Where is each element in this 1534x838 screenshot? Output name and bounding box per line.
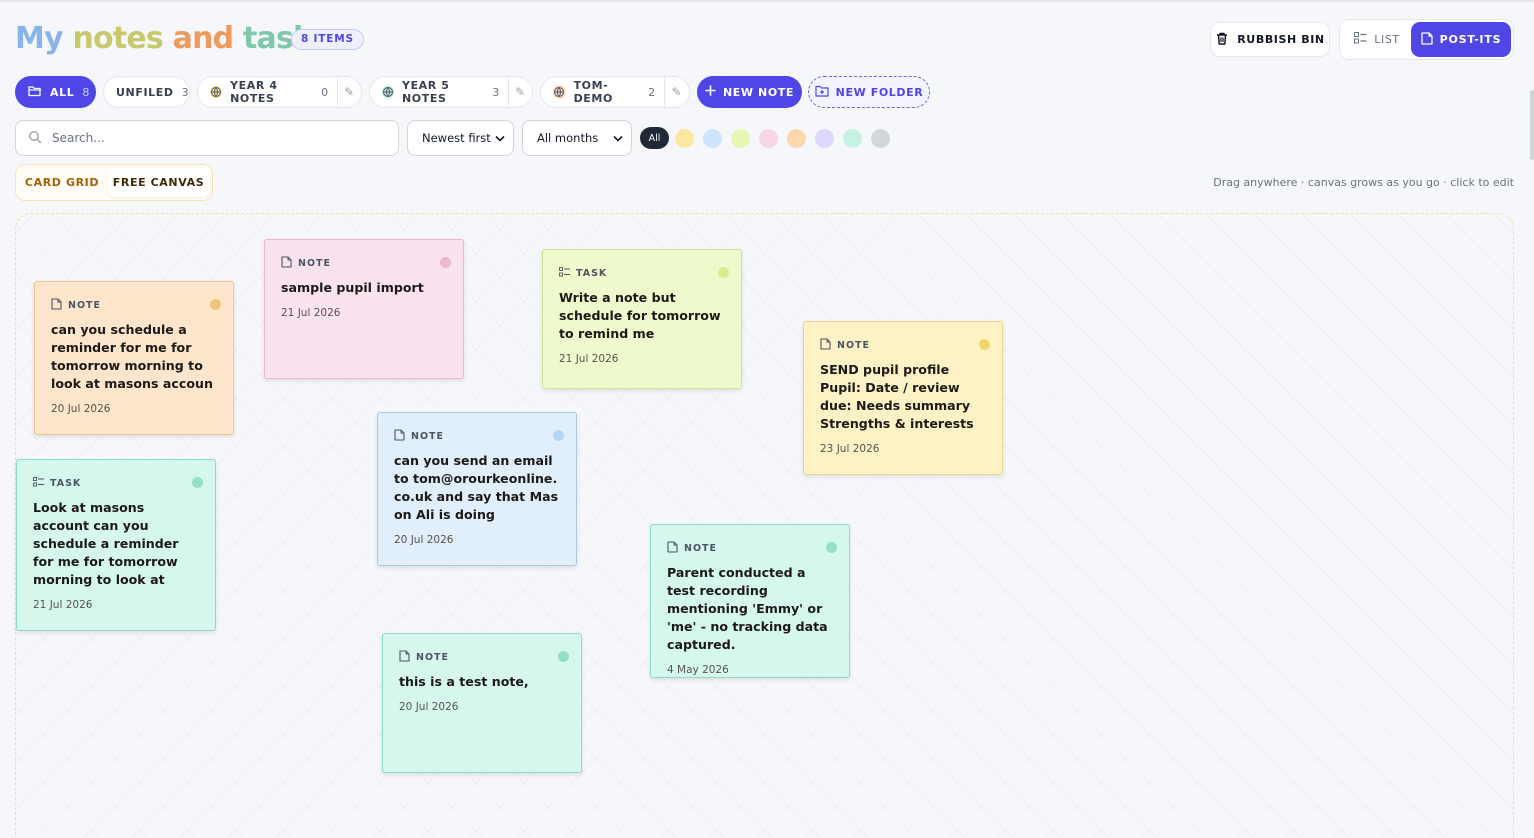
note-date: 20 Jul 2026 bbox=[51, 403, 111, 415]
folder-chip-year-5-notes[interactable]: YEAR 5 NOTES 3 ✎ bbox=[369, 76, 533, 108]
edit-folder-pencil-icon[interactable]: ✎ bbox=[336, 77, 361, 107]
search-input[interactable] bbox=[52, 131, 372, 145]
globe-icon bbox=[210, 85, 223, 99]
chevron-down-icon bbox=[495, 131, 505, 145]
note-icon bbox=[667, 540, 678, 556]
color-filter-swatch[interactable] bbox=[815, 129, 834, 148]
color-dot[interactable] bbox=[440, 257, 451, 268]
new-note-button[interactable]: NEW NOTE bbox=[697, 76, 802, 108]
color-filter-swatch[interactable] bbox=[759, 129, 778, 148]
note-date: 20 Jul 2026 bbox=[399, 701, 459, 713]
color-dot[interactable] bbox=[718, 267, 729, 278]
color-dot[interactable] bbox=[210, 299, 221, 310]
month-select[interactable]: All months bbox=[522, 120, 632, 156]
note-icon bbox=[394, 428, 405, 444]
free-canvas-button[interactable]: FREE CANVAS bbox=[107, 168, 210, 197]
task-list-icon bbox=[33, 476, 44, 490]
card-grid-button[interactable]: CARD GRID bbox=[20, 168, 104, 197]
note-icon bbox=[1420, 31, 1433, 48]
note-card[interactable]: NOTE can you send an email to tom@orourk… bbox=[377, 412, 577, 566]
note-card[interactable]: NOTE this is a test note, 20 Jul 2026 bbox=[382, 633, 582, 773]
note-title: can you send an email to tom@orourkeonli… bbox=[394, 453, 559, 522]
globe-icon bbox=[382, 85, 394, 99]
note-title: SEND pupil profile Pupil: Date / review … bbox=[820, 362, 974, 431]
note-date: 21 Jul 2026 bbox=[559, 353, 619, 365]
note-card[interactable]: NOTE can you schedule a reminder for me … bbox=[34, 281, 234, 435]
note-date: 23 Jul 2026 bbox=[820, 443, 880, 455]
note-title: Write a note but schedule for tomorrow t… bbox=[559, 290, 721, 341]
note-icon bbox=[820, 337, 831, 353]
edit-folder-pencil-icon[interactable]: ✎ bbox=[507, 77, 532, 107]
color-filter-swatch[interactable] bbox=[787, 129, 806, 148]
note-card[interactable]: NOTE Parent conducted a test recording m… bbox=[650, 524, 850, 678]
list-icon bbox=[1354, 32, 1367, 47]
plus-icon bbox=[705, 85, 716, 99]
note-title: this is a test note, bbox=[399, 674, 529, 689]
canvas-hint: Drag anywhere · canvas grows as you go ·… bbox=[1213, 176, 1514, 189]
rubbish-bin-button[interactable]: RUBBISH BIN bbox=[1210, 22, 1330, 57]
color-filter-swatch[interactable] bbox=[703, 129, 722, 148]
task-list-icon bbox=[559, 266, 570, 280]
note-card[interactable]: NOTE sample pupil import 21 Jul 2026 bbox=[264, 239, 464, 379]
color-dot[interactable] bbox=[558, 651, 569, 662]
folder-open-icon bbox=[28, 85, 42, 100]
sort-select[interactable]: Newest first bbox=[407, 120, 514, 156]
note-date: 21 Jul 2026 bbox=[281, 307, 341, 319]
edit-folder-pencil-icon[interactable]: ✎ bbox=[663, 77, 689, 107]
note-date: 21 Jul 2026 bbox=[33, 599, 93, 611]
color-dot[interactable] bbox=[553, 430, 564, 441]
window-top-border bbox=[0, 0, 1534, 2]
scrollbar[interactable] bbox=[1530, 90, 1534, 160]
folder-chip-tom-demo[interactable]: TOM-DEMO 2 ✎ bbox=[540, 76, 690, 108]
color-dot[interactable] bbox=[826, 542, 837, 553]
note-title: sample pupil import bbox=[281, 280, 424, 295]
color-dot[interactable] bbox=[979, 339, 990, 350]
color-dot[interactable] bbox=[192, 477, 203, 488]
note-icon bbox=[399, 649, 410, 665]
folder-chip-year-4-notes[interactable]: YEAR 4 NOTES 0 ✎ bbox=[197, 76, 362, 108]
globe-icon bbox=[553, 85, 566, 99]
folder-chip-unfiled[interactable]: UNFILED 3 bbox=[103, 76, 190, 108]
color-filter-swatch[interactable] bbox=[843, 129, 862, 148]
note-date: 4 May 2026 bbox=[667, 664, 729, 676]
item-count-badge: 8 ITEMS bbox=[291, 29, 364, 50]
list-view-button[interactable]: LIST bbox=[1347, 23, 1407, 56]
note-icon bbox=[281, 255, 292, 271]
page-title: My notes and tasks bbox=[15, 21, 330, 56]
postits-view-button[interactable]: POST-ITS bbox=[1411, 22, 1511, 57]
note-card[interactable]: NOTE SEND pupil profile Pupil: Date / re… bbox=[803, 321, 1003, 475]
task-card[interactable]: TASK Look at masons account can you sche… bbox=[16, 459, 216, 631]
chevron-down-icon bbox=[613, 131, 623, 145]
color-filter-swatch[interactable] bbox=[871, 129, 890, 148]
new-folder-button[interactable]: NEW FOLDER bbox=[808, 76, 930, 108]
folder-chip-all[interactable]: ALL 8 bbox=[15, 76, 96, 108]
search-box[interactable] bbox=[15, 120, 399, 156]
trash-icon bbox=[1215, 31, 1229, 49]
color-filter-all[interactable]: All bbox=[640, 127, 669, 149]
color-filter-swatch[interactable] bbox=[731, 129, 750, 148]
note-title: Look at masons account can you schedule … bbox=[33, 500, 179, 587]
task-card[interactable]: TASK Write a note but schedule for tomor… bbox=[542, 249, 742, 389]
note-title: Parent conducted a test recording mentio… bbox=[667, 565, 828, 652]
note-title: can you schedule a reminder for me for t… bbox=[51, 322, 213, 391]
note-date: 20 Jul 2026 bbox=[394, 534, 454, 546]
note-icon bbox=[51, 297, 62, 313]
folder-plus-icon bbox=[815, 85, 829, 100]
search-icon bbox=[28, 129, 42, 148]
color-filter-swatch[interactable] bbox=[675, 129, 694, 148]
